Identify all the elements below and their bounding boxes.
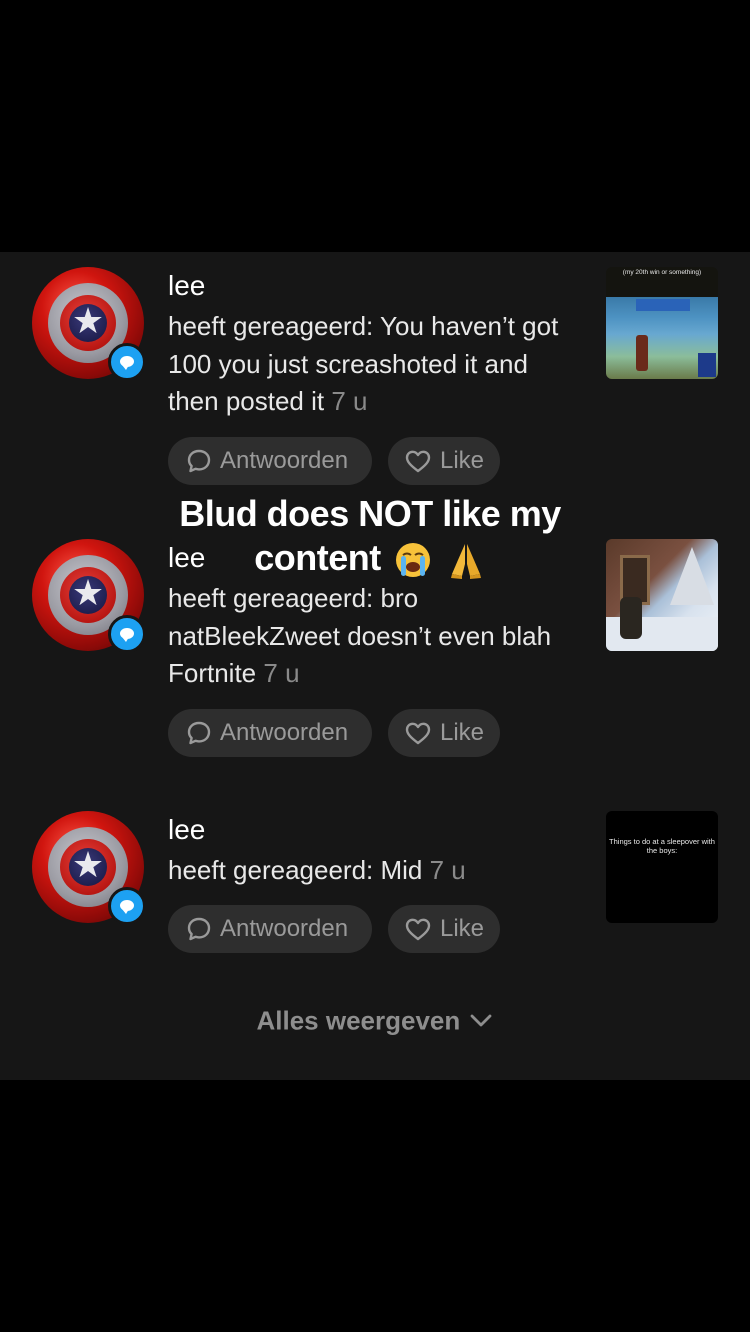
comment-badge-icon [108, 615, 146, 653]
like-label: Like [440, 447, 485, 474]
video-thumbnail[interactable]: Things to do at a sleepover with the boy… [606, 811, 718, 923]
like-label: Like [440, 915, 485, 942]
reply-label: Antwoorden [220, 915, 349, 942]
thumbnail-caption: (my 20th win or something) [622, 269, 702, 276]
show-all-label: Alles weergeven [256, 1005, 461, 1036]
like-button[interactable]: Like [388, 709, 500, 757]
timestamp: 7 u [331, 386, 368, 416]
reply-bubble-icon [187, 449, 211, 473]
reply-label: Antwoorden [220, 719, 349, 746]
message-text: heeft gereageerd: bro natBleekZweet does… [168, 583, 552, 688]
reply-bubble-icon [187, 917, 211, 941]
overlay-line-2: content [140, 536, 600, 580]
star-icon: ★ [71, 844, 105, 885]
notification-message: heeft gereageerd: Mid 7 u [168, 852, 578, 890]
comment-badge-icon [108, 343, 146, 381]
heart-icon [405, 450, 431, 473]
chevron-down-icon [470, 1014, 491, 1027]
star-icon: ★ [71, 572, 105, 613]
heart-icon [405, 918, 431, 941]
message-text: heeft gereageerd: Mid [168, 855, 423, 885]
overlay-caption: Blud does NOT like my content [140, 492, 600, 580]
username[interactable]: lee [168, 814, 205, 846]
reply-label: Antwoorden [220, 447, 349, 474]
reply-button[interactable]: Antwoorden [168, 709, 372, 757]
comment-badge-icon [108, 887, 146, 925]
star-icon: ★ [71, 300, 105, 341]
notification-message: heeft gereageerd: bro natBleekZweet does… [168, 580, 578, 693]
reply-button[interactable]: Antwoorden [168, 437, 372, 485]
username[interactable]: lee [168, 270, 205, 302]
overlay-line-1: Blud does NOT like my [179, 493, 561, 534]
reply-button[interactable]: Antwoorden [168, 905, 372, 953]
like-button[interactable]: Like [388, 437, 500, 485]
loudly-crying-emoji [396, 543, 431, 578]
timestamp: 7 u [429, 855, 466, 885]
overlay-line-2-text: content [254, 537, 381, 578]
notification-message: heeft gereageerd: You haven’t got 100 yo… [168, 308, 578, 421]
like-button[interactable]: Like [388, 905, 500, 953]
thumbnail-caption: Things to do at a sleepover with the boy… [609, 837, 715, 855]
video-thumbnail[interactable] [606, 539, 718, 651]
timestamp: 7 u [263, 658, 300, 688]
like-label: Like [440, 719, 485, 746]
reply-bubble-icon [187, 721, 211, 745]
video-thumbnail[interactable]: (my 20th win or something) [606, 267, 718, 379]
show-all-button[interactable]: Alles weergeven [0, 1004, 750, 1037]
heart-icon [405, 722, 431, 745]
folded-hands-emoji [450, 544, 481, 580]
